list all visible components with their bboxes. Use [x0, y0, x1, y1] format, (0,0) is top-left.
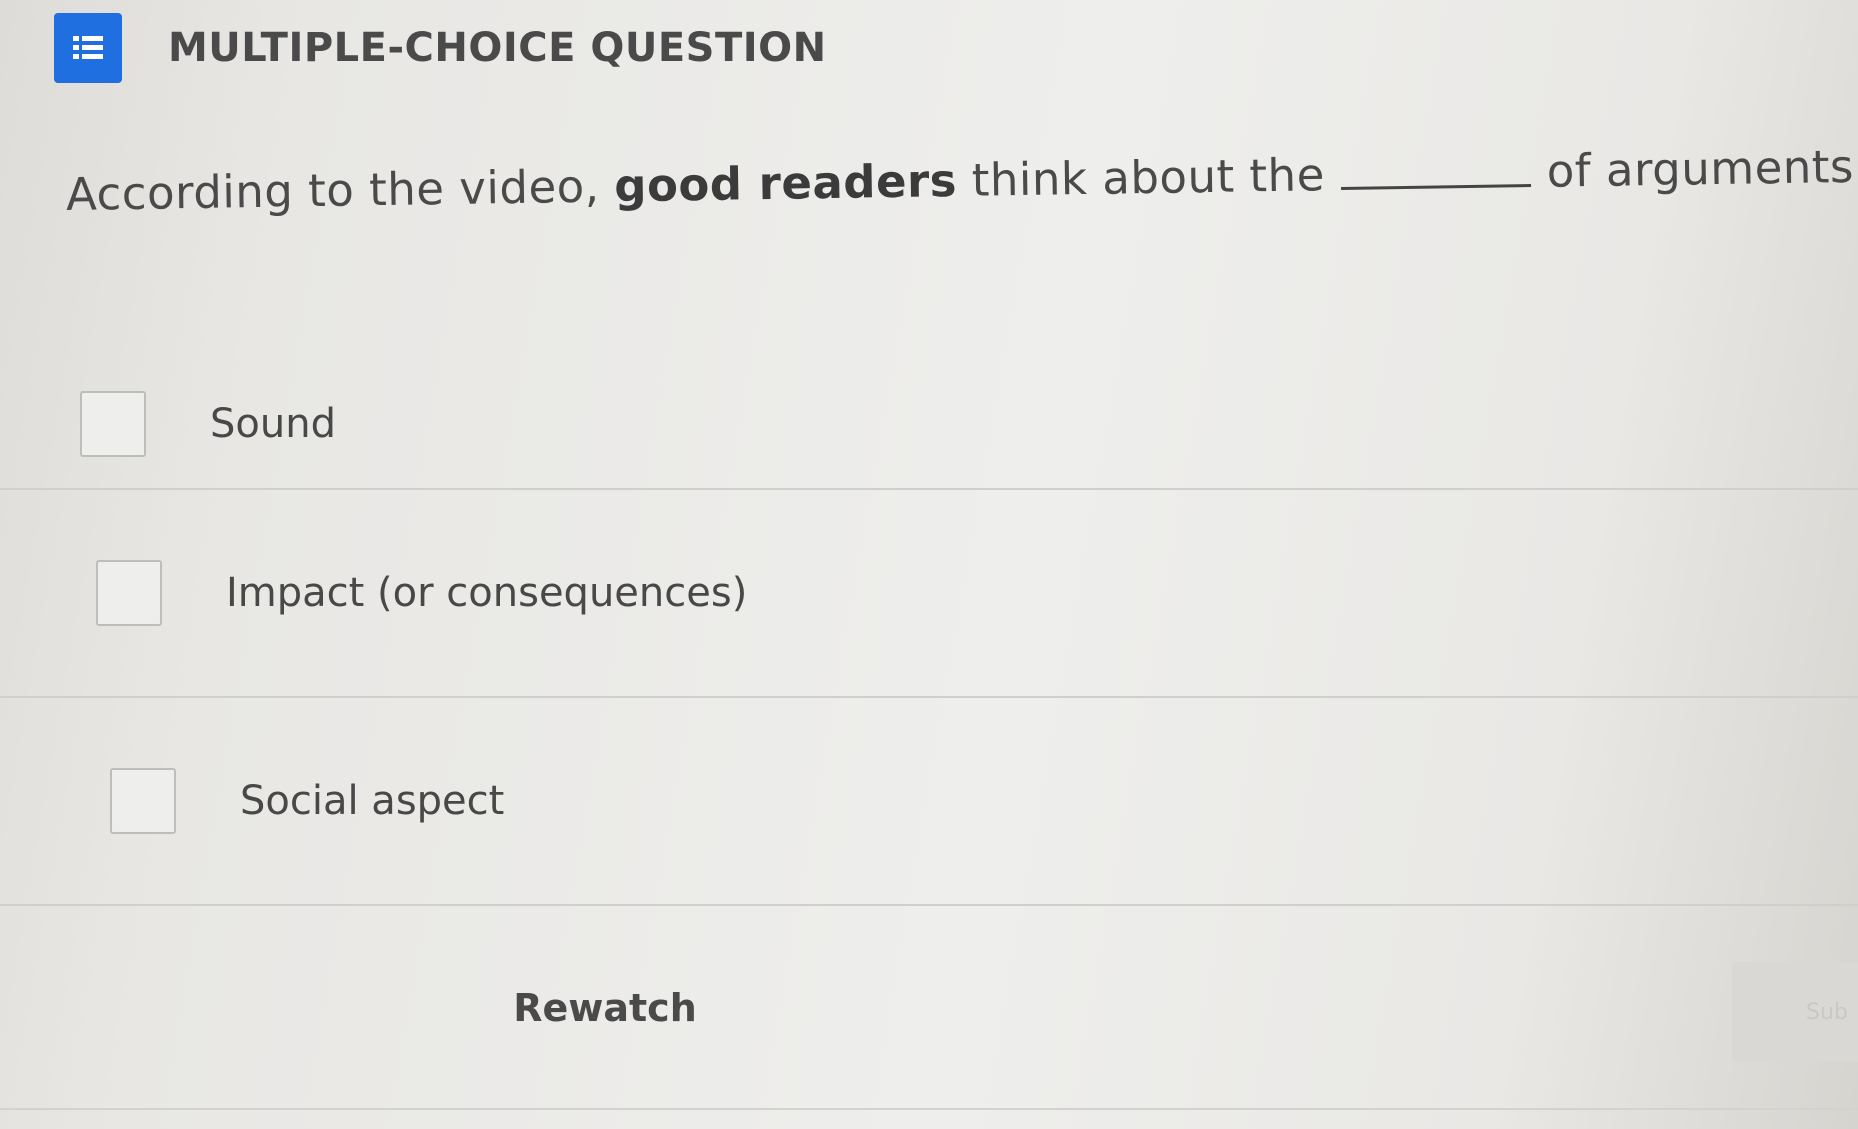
question-header: MULTIPLE-CHOICE QUESTION	[54, 12, 827, 84]
option-checkbox[interactable]	[110, 768, 176, 834]
list-icon	[73, 36, 103, 59]
option-label: Social aspect	[240, 778, 505, 824]
option-sound[interactable]: Sound	[0, 360, 1858, 490]
question-emphasis: good readers	[613, 154, 958, 213]
option-label: Impact (or consequences)	[226, 570, 748, 616]
question-suffix: of arguments.	[1546, 139, 1858, 198]
rewatch-button[interactable]: Rewatch	[470, 968, 740, 1048]
option-checkbox[interactable]	[96, 560, 162, 626]
question-text: According to the video, good readers thi…	[65, 140, 1858, 221]
question-type-label: MULTIPLE-CHOICE QUESTION	[168, 25, 827, 71]
option-checkbox[interactable]	[80, 391, 146, 457]
question-type-badge	[54, 13, 122, 83]
fill-in-blank	[1340, 178, 1531, 190]
question-prefix: According to the video,	[65, 159, 615, 221]
option-impact[interactable]: Impact (or consequences)	[0, 490, 1858, 698]
question-middle: think about the	[956, 148, 1326, 208]
answer-options: Sound Impact (or consequences) Social as…	[0, 360, 1858, 906]
question-footer: Rewatch Sub	[0, 928, 1858, 1110]
submit-button[interactable]: Sub	[1732, 962, 1858, 1062]
option-label: Sound	[210, 401, 336, 447]
quiz-page: MULTIPLE-CHOICE QUESTION According to th…	[0, 0, 1858, 1129]
option-social-aspect[interactable]: Social aspect	[0, 698, 1858, 906]
